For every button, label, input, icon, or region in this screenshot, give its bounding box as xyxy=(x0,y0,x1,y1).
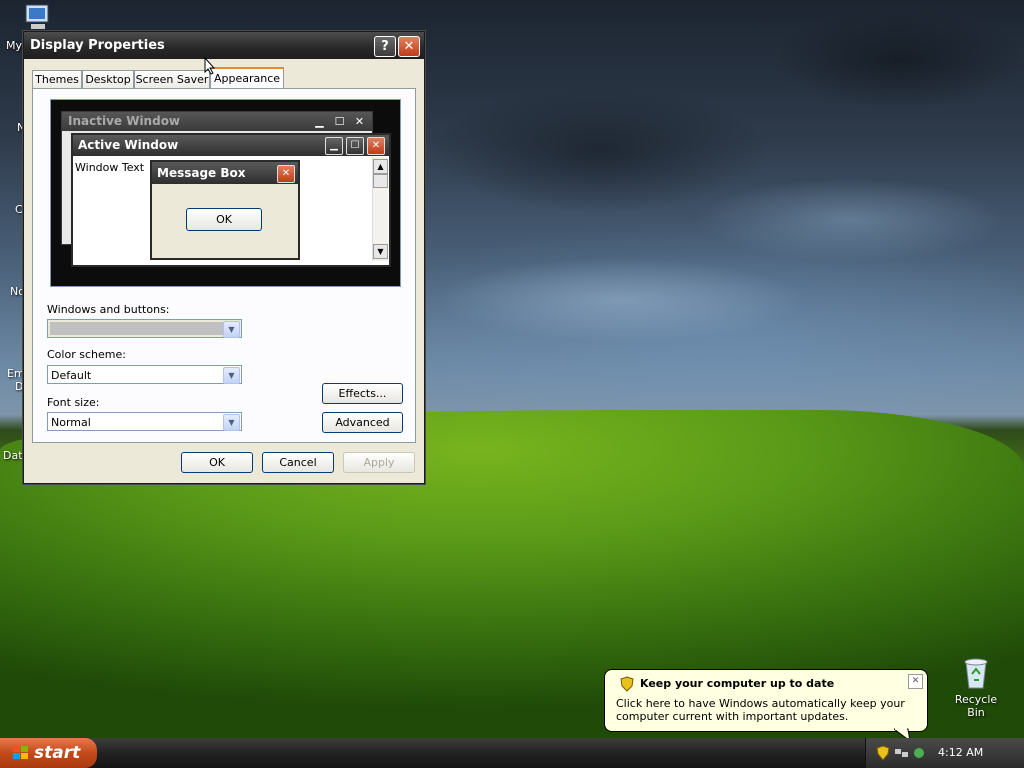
close-button[interactable]: ✕ xyxy=(398,36,420,57)
font-size-value: Normal xyxy=(51,416,91,429)
scroll-down-icon: ▼ xyxy=(373,244,388,259)
window-text: Window Text xyxy=(75,161,145,174)
scroll-thumb xyxy=(373,174,388,188)
apply-button[interactable]: Apply xyxy=(343,452,415,473)
windows-logo-icon xyxy=(13,746,28,759)
desktop-icon-label[interactable]: C xyxy=(15,203,23,216)
color-scheme-value: Default xyxy=(51,369,92,382)
windows-buttons-select[interactable]: ▼ xyxy=(47,319,242,338)
close-icon: ✕ xyxy=(354,115,365,128)
system-tray: 4:12 AM xyxy=(865,738,1024,768)
balloon-close-icon[interactable]: ✕ xyxy=(908,674,923,689)
tab-screen-saver[interactable]: Screen Saver xyxy=(134,70,210,88)
desktop-icon-label[interactable]: My xyxy=(6,39,22,52)
font-size-select[interactable]: Normal ▼ xyxy=(47,412,242,431)
preview-message-box: Message Box ✕ OK xyxy=(150,160,300,260)
taskbar: start 4:12 AM xyxy=(0,738,1024,768)
minimize-icon: ▁ xyxy=(315,115,324,128)
font-size-label: Font size: xyxy=(47,396,100,409)
scroll-up-icon: ▲ xyxy=(373,159,388,174)
chevron-down-icon[interactable]: ▼ xyxy=(223,414,240,431)
maximize-icon: ☐ xyxy=(346,137,364,155)
start-button[interactable]: start xyxy=(0,738,97,768)
message-box-title: Message Box xyxy=(157,166,246,180)
advanced-button[interactable]: Advanced xyxy=(322,412,403,433)
balloon-title: Keep your computer up to date xyxy=(640,677,835,690)
maximize-icon: ☐ xyxy=(334,115,345,128)
inactive-window-title: Inactive Window xyxy=(68,114,181,128)
start-label: start xyxy=(34,743,81,763)
security-shield-icon[interactable] xyxy=(876,745,890,761)
close-icon: ✕ xyxy=(277,165,295,183)
wallpaper-clouds xyxy=(420,0,1024,440)
display-properties-dialog: Display Properties ? ✕ Themes Desktop Sc… xyxy=(23,31,425,484)
tab-appearance[interactable]: Appearance xyxy=(210,67,284,90)
tab-themes[interactable]: Themes xyxy=(32,70,82,88)
sync-icon[interactable] xyxy=(912,746,926,760)
color-scheme-label: Color scheme: xyxy=(47,348,126,361)
chevron-down-icon[interactable]: ▼ xyxy=(223,367,240,384)
tab-desktop[interactable]: Desktop xyxy=(82,70,134,88)
chevron-down-icon[interactable]: ▼ xyxy=(223,321,240,338)
clock[interactable]: 4:12 AM xyxy=(938,746,983,759)
effects-button[interactable]: Effects... xyxy=(322,383,403,404)
close-icon: ✕ xyxy=(367,137,385,155)
mouse-cursor-icon xyxy=(204,57,216,75)
message-box-ok-button: OK xyxy=(186,208,262,231)
appearance-preview: Inactive Window ▁ ☐ ✕ Active Window ▁ ☐ … xyxy=(50,99,401,287)
preview-scrollbar: ▲ ▼ xyxy=(372,157,388,261)
recycle-bin[interactable]: Recycle Bin xyxy=(946,656,1006,719)
desktop-icon-label[interactable]: Dat xyxy=(3,449,23,462)
appearance-panel: Inactive Window ▁ ☐ ✕ Active Window ▁ ☐ … xyxy=(32,88,416,443)
ok-button[interactable]: OK xyxy=(181,452,253,473)
computer-icon xyxy=(25,4,49,29)
dialog-titlebar[interactable]: Display Properties ? ✕ xyxy=(24,32,424,59)
update-notification-balloon[interactable]: Keep your computer up to date Click here… xyxy=(604,669,928,732)
balloon-body: Click here to have Windows automatically… xyxy=(616,697,905,723)
shield-icon xyxy=(620,676,634,692)
windows-buttons-label: Windows and buttons: xyxy=(47,303,170,316)
windows-buttons-value xyxy=(50,322,224,335)
help-button[interactable]: ? xyxy=(374,36,396,57)
color-scheme-select[interactable]: Default ▼ xyxy=(47,365,242,384)
cancel-button[interactable]: Cancel xyxy=(262,452,334,473)
minimize-icon: ▁ xyxy=(325,137,343,155)
recycle-bin-label: Recycle Bin xyxy=(954,693,998,719)
network-icon[interactable] xyxy=(894,746,910,760)
active-window-title: Active Window xyxy=(78,138,179,152)
dialog-title: Display Properties xyxy=(30,38,165,53)
recycle-bin-icon xyxy=(964,658,988,689)
